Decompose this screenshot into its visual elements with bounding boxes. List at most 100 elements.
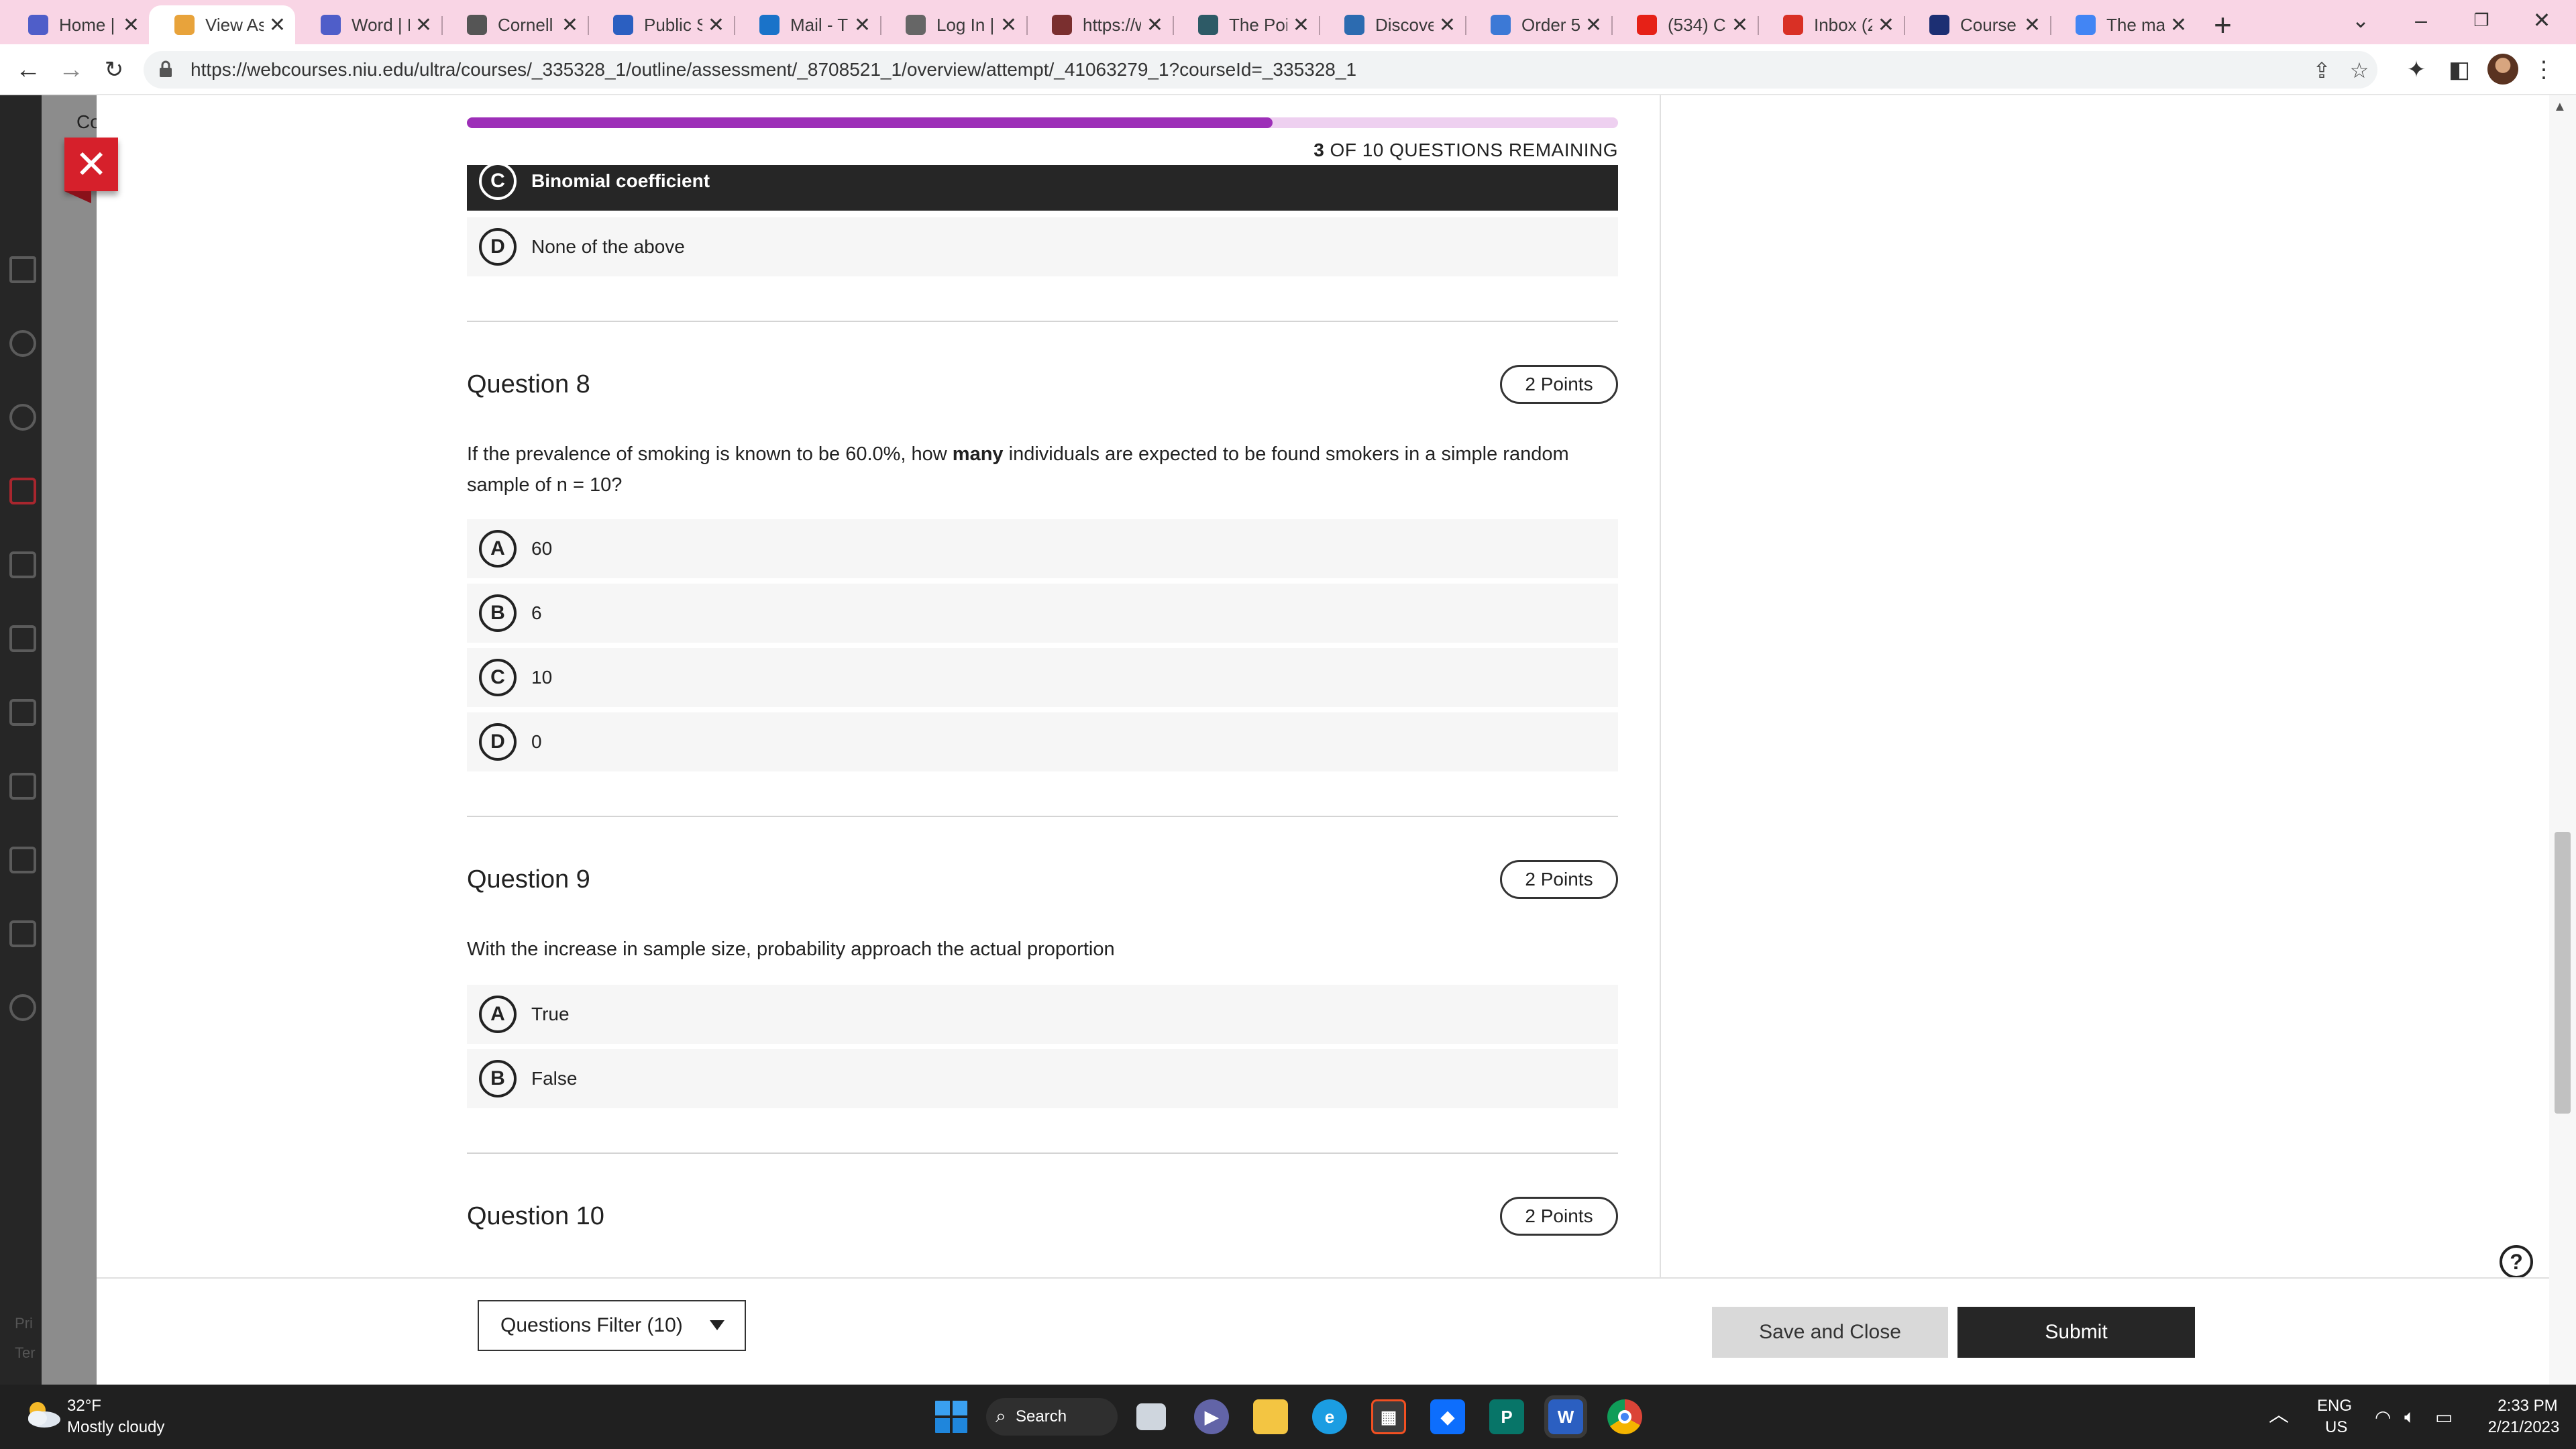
q8-option-a[interactable]: A 60 (467, 519, 1618, 578)
courses-icon[interactable] (9, 478, 36, 504)
microsoft-store-icon[interactable]: ▦ (1371, 1399, 1406, 1434)
browser-tab[interactable]: Mail - Th✕ (734, 5, 880, 44)
extensions-puzzle-icon[interactable]: ✦ (2400, 54, 2432, 86)
cloudy-weather-icon[interactable] (23, 1399, 62, 1429)
tab-close-icon[interactable]: ✕ (2024, 13, 2041, 37)
messages-icon[interactable] (9, 699, 36, 726)
q8-option-d[interactable]: D 0 (467, 712, 1618, 771)
tab-close-icon[interactable]: ✕ (123, 13, 140, 37)
sign-out-icon[interactable] (9, 994, 36, 1021)
word-app-icon[interactable]: W (1544, 1395, 1587, 1438)
browser-tab[interactable]: Course ✕ (1904, 5, 2050, 44)
terms-link[interactable]: Ter (15, 1344, 36, 1362)
profile-icon[interactable] (9, 330, 36, 357)
submit-button[interactable]: Submit (1957, 1307, 2195, 1358)
tab-close-icon[interactable]: ✕ (269, 13, 286, 37)
teams-chat-icon[interactable]: ▶ (1194, 1399, 1229, 1434)
question-8-text: If the prevalence of smoking is known to… (467, 439, 1618, 500)
language-region[interactable]: US (2325, 1418, 2347, 1437)
browser-tab[interactable]: Log In | ✕ (880, 5, 1026, 44)
forward-arrow-icon[interactable]: → (55, 54, 87, 86)
browser-tab[interactable]: Public Sp ✕ (588, 5, 734, 44)
tab-close-icon[interactable]: ✕ (2170, 13, 2187, 37)
institution-icon[interactable] (9, 256, 36, 283)
tab-close-icon[interactable]: ✕ (1146, 13, 1163, 37)
task-view-icon[interactable] (1136, 1403, 1166, 1430)
share-icon[interactable]: ⇪ (2308, 56, 2336, 85)
tab-close-icon[interactable]: ✕ (1439, 13, 1456, 37)
tab-close-icon[interactable]: ✕ (1878, 13, 1894, 37)
wifi-icon[interactable]: ◠ (2375, 1406, 2391, 1428)
browser-tab[interactable]: Cornell N✕ (441, 5, 588, 44)
windows-start-icon[interactable] (934, 1399, 969, 1434)
browser-tab[interactable]: The maj ✕ (2050, 5, 2196, 44)
reload-icon[interactable]: ↻ (98, 54, 130, 86)
calendar-icon[interactable] (9, 625, 36, 652)
tab-close-icon[interactable]: ✕ (561, 13, 578, 37)
dropbox-icon[interactable]: ◆ (1430, 1399, 1465, 1434)
option-letter-badge: C (479, 162, 517, 200)
tab-close-icon[interactable]: ✕ (415, 13, 432, 37)
q8-option-b[interactable]: B 6 (467, 584, 1618, 643)
dim-overlay (42, 95, 97, 1385)
show-hidden-icons-chevron-icon[interactable]: ︿ (2269, 1398, 2289, 1428)
minimize-button[interactable]: – (2391, 0, 2451, 40)
q9-option-b[interactable]: B False (467, 1049, 1618, 1108)
tab-close-icon[interactable]: ✕ (708, 13, 724, 37)
restore-button[interactable]: ❐ (2451, 0, 2512, 40)
tab-close-icon[interactable]: ✕ (1731, 13, 1748, 37)
bookmark-star-icon[interactable]: ☆ (2345, 56, 2373, 85)
taskbar-search[interactable]: ⌕ Search (986, 1398, 1118, 1436)
tab-title: Discover (1375, 14, 1434, 35)
browser-tab[interactable]: Word | N✕ (295, 5, 441, 44)
side-panel-icon[interactable]: ◧ (2443, 54, 2475, 86)
url-bar[interactable]: https://webcourses.niu.edu/ultra/courses… (144, 51, 2377, 89)
publisher-icon[interactable]: P (1489, 1399, 1524, 1434)
q7-option-d[interactable]: D None of the above (467, 217, 1618, 276)
scrollbar-thumb[interactable] (2555, 832, 2571, 1114)
browser-tab[interactable]: (534) Ca✕ (1611, 5, 1758, 44)
language-code[interactable]: ENG (2317, 1397, 2352, 1415)
globe-icon[interactable] (9, 404, 36, 431)
tab-close-icon[interactable]: ✕ (1293, 13, 1309, 37)
clock-time[interactable]: 2:33 PM (2487, 1397, 2568, 1415)
tab-search-chevron-icon[interactable]: ⌄ (2330, 0, 2391, 40)
q9-option-a[interactable]: A True (467, 985, 1618, 1044)
questions-filter-dropdown[interactable]: Questions Filter (10) (478, 1300, 746, 1351)
browser-tab[interactable]: Discover✕ (1319, 5, 1465, 44)
menu-kebab-icon[interactable]: ⋮ (2528, 54, 2560, 86)
file-explorer-icon[interactable] (1253, 1399, 1288, 1434)
tab-close-icon[interactable]: ✕ (1585, 13, 1602, 37)
grades-icon[interactable] (9, 773, 36, 800)
tab-close-icon[interactable]: ✕ (854, 13, 871, 37)
help-question-icon[interactable]: ? (2500, 1245, 2533, 1279)
browser-tab[interactable]: View Ass✕ (149, 5, 295, 44)
organizations-icon[interactable] (9, 551, 36, 578)
q7-option-c[interactable]: C Binomial coefficient (467, 162, 1618, 211)
browser-tab[interactable]: The Pois ✕ (1173, 5, 1319, 44)
volume-icon[interactable]: 🔈︎ (2404, 1406, 2416, 1428)
save-and-close-button[interactable]: Save and Close (1712, 1307, 1948, 1358)
scrollbar[interactable] (2549, 95, 2576, 1385)
chrome-app-icon[interactable] (1607, 1399, 1642, 1434)
profile-avatar[interactable] (2487, 54, 2518, 85)
clock-date[interactable]: 2/21/2023 (2479, 1418, 2568, 1437)
q8-text-part1: If the prevalence of smoking is known to… (467, 443, 953, 465)
privacy-link[interactable]: Pri (15, 1315, 33, 1332)
browser-tab[interactable]: Order 5 ✕ (1465, 5, 1611, 44)
q8-option-c[interactable]: C 10 (467, 648, 1618, 707)
edit-icon[interactable] (9, 920, 36, 947)
new-tab-button[interactable]: + (2214, 5, 2232, 44)
browser-tab[interactable]: Home | N ✕ (3, 5, 149, 44)
tools-icon[interactable] (9, 847, 36, 873)
scroll-up-arrow-icon[interactable]: ▲ (2553, 99, 2567, 115)
close-panel-button[interactable]: ✕ (64, 138, 118, 203)
tab-close-icon[interactable]: ✕ (1000, 13, 1017, 37)
edge-browser-icon[interactable]: e (1312, 1399, 1347, 1434)
window-close-button[interactable]: ✕ (2512, 0, 2572, 40)
option-text: None of the above (531, 236, 685, 257)
browser-tab[interactable]: Inbox (2 ✕ (1758, 5, 1904, 44)
back-arrow-icon[interactable]: ← (12, 54, 44, 86)
browser-tab[interactable]: https://w✕ (1026, 5, 1173, 44)
battery-icon[interactable]: ▭ (2435, 1406, 2453, 1428)
